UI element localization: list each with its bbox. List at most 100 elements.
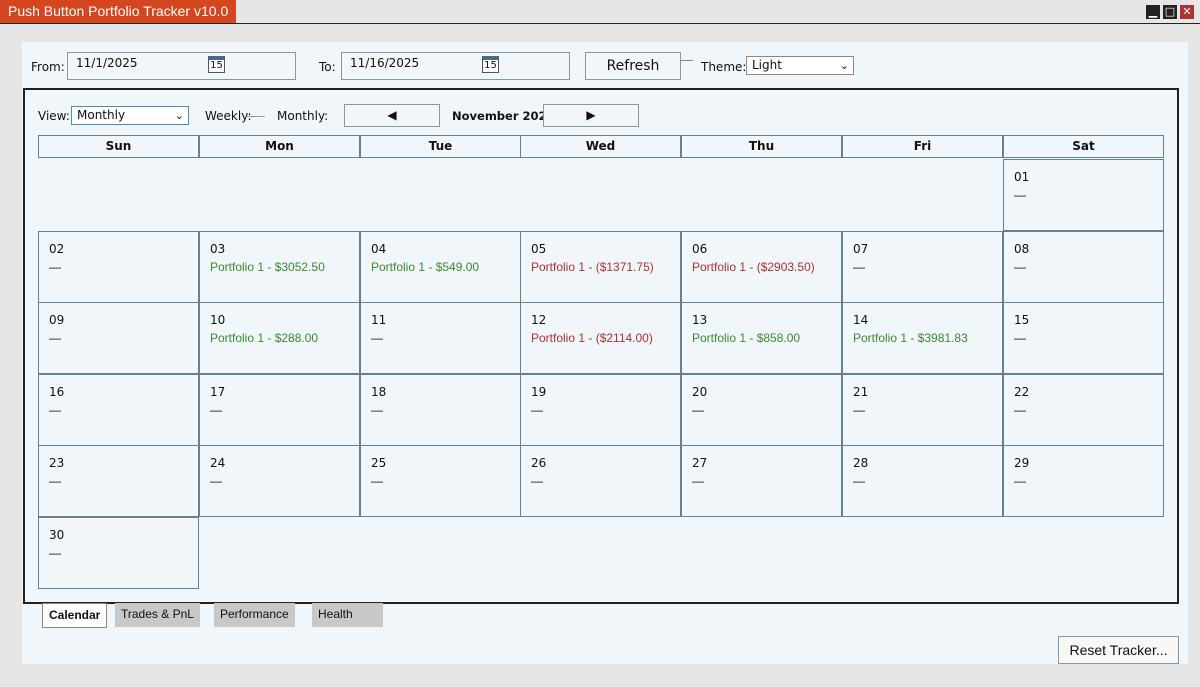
day-cell[interactable]: 13 Portfolio 1 - $858.00	[681, 302, 842, 375]
day-number: 30	[49, 528, 65, 542]
theme-value: Light	[752, 58, 782, 72]
day-pnl: Portfolio 1 - $3052.50	[210, 259, 325, 274]
day-pnl: —	[531, 474, 543, 489]
day-cell[interactable]: 21 —	[842, 373, 1003, 446]
reset-tracker-button[interactable]: Reset Tracker...	[1058, 636, 1179, 664]
divider	[681, 60, 693, 61]
day-number: 18	[371, 384, 387, 399]
chevron-down-icon: ⌄	[839, 59, 849, 72]
tab-performance[interactable]: Performance	[214, 603, 295, 627]
day-cell[interactable]: 01 —	[1003, 159, 1164, 231]
day-cell[interactable]: 17 —	[199, 373, 360, 446]
day-pnl: Portfolio 1 - ($1371.75)	[531, 259, 654, 274]
day-cell[interactable]: 22 —	[1003, 373, 1164, 446]
day-cell[interactable]: 15 —	[1003, 302, 1164, 375]
day-pnl: Portfolio 1 - $3981.83	[853, 331, 968, 346]
view-label: View:	[38, 109, 70, 123]
day-cell[interactable]: 12 Portfolio 1 - ($2114.00)	[520, 302, 681, 375]
from-date-value: 11/1/2025	[76, 56, 138, 70]
from-label: From:	[31, 60, 65, 74]
day-cell[interactable]: 25 —	[360, 445, 521, 518]
day-number: 16	[49, 384, 65, 399]
day-number: 29	[1014, 456, 1030, 471]
day-cell[interactable]: 27 —	[681, 445, 842, 518]
calendar-icon[interactable]: 15	[482, 56, 499, 73]
day-number: 14	[853, 313, 869, 328]
day-pnl: —	[210, 402, 222, 417]
day-cell[interactable]: 23 —	[38, 445, 199, 518]
day-pnl: Portfolio 1 - $288.00	[210, 331, 319, 346]
day-number: 21	[853, 384, 869, 399]
next-month-button[interactable]: ▶	[543, 104, 639, 127]
day-cell[interactable]: 04 Portfolio 1 - $549.00	[360, 230, 521, 303]
day-number: 19	[531, 384, 547, 399]
theme-select[interactable]: Light ⌄	[746, 56, 854, 75]
day-number: 22	[1014, 384, 1030, 399]
day-cell[interactable]: 10 Portfolio 1 - $288.00	[199, 302, 360, 375]
maximize-button[interactable]: □	[1163, 5, 1177, 19]
day-number: 09	[49, 313, 65, 328]
day-pnl: —	[1014, 331, 1026, 346]
window-title: Push Button Portfolio Tracker v10.0	[0, 0, 237, 23]
day-number: 06	[692, 241, 708, 256]
prev-month-button[interactable]: ◀	[344, 104, 440, 127]
day-pnl: —	[49, 331, 61, 346]
day-number: 03	[210, 241, 226, 256]
day-number: 04	[371, 241, 387, 256]
weekly-slider[interactable]	[246, 116, 265, 117]
view-select[interactable]: Monthly ⌄	[71, 106, 189, 125]
from-date-picker[interactable]: 11/1/2025 15	[67, 52, 296, 80]
day-number: 15	[1014, 313, 1030, 328]
day-number: 26	[531, 456, 547, 471]
theme-label: Theme:	[701, 60, 747, 74]
day-number: 17	[210, 384, 226, 399]
tab-calendar[interactable]: Calendar	[42, 603, 108, 628]
tab-trades-pnl[interactable]: Trades & PnL	[115, 603, 200, 627]
day-cell[interactable]: 26 —	[520, 445, 681, 518]
day-cell[interactable]: 06 Portfolio 1 - ($2903.50)	[681, 230, 842, 303]
weekday-header-thu: Thu	[681, 135, 842, 158]
day-cell[interactable]: 28 —	[842, 445, 1003, 518]
to-date-picker[interactable]: 11/16/2025 15	[341, 52, 570, 80]
day-cell[interactable]: 08 —	[1003, 230, 1164, 303]
weekday-header-fri: Fri	[842, 135, 1003, 158]
day-number: 27	[692, 456, 708, 471]
chevron-down-icon: ⌄	[174, 109, 184, 122]
day-number: 13	[692, 313, 708, 328]
day-cell[interactable]: 14 Portfolio 1 - $3981.83	[842, 302, 1003, 375]
day-cell[interactable]: 18 —	[360, 373, 521, 446]
day-number: 11	[371, 313, 387, 328]
day-cell[interactable]: 11 —	[360, 302, 521, 375]
day-cell[interactable]: 29 —	[1003, 445, 1164, 518]
title-bar: Push Button Portfolio Tracker v10.0 ▁ □ …	[0, 0, 1200, 24]
day-pnl: —	[1014, 188, 1026, 202]
day-pnl: —	[692, 402, 704, 417]
day-pnl: —	[531, 402, 543, 417]
day-cell[interactable]: 07 —	[842, 230, 1003, 303]
day-cell[interactable]: 09 —	[38, 302, 199, 375]
day-cell[interactable]: 19 —	[520, 373, 681, 446]
day-pnl: —	[49, 546, 61, 560]
day-pnl: —	[853, 259, 865, 274]
tab-health[interactable]: Health	[312, 603, 383, 627]
day-pnl: —	[49, 474, 61, 489]
day-cell[interactable]: 20 —	[681, 373, 842, 446]
close-button[interactable]: ✕	[1180, 5, 1194, 19]
day-cell[interactable]: 05 Portfolio 1 - ($1371.75)	[520, 230, 681, 303]
day-cell[interactable]: 16 —	[38, 373, 199, 446]
weekly-label: Weekly:	[205, 109, 252, 123]
monthly-label: Monthly:	[277, 109, 329, 123]
day-pnl: —	[1014, 402, 1026, 417]
day-number: 12	[531, 313, 547, 328]
refresh-button[interactable]: Refresh	[585, 52, 681, 80]
day-number: 28	[853, 456, 869, 471]
to-label: To:	[319, 60, 336, 74]
day-pnl: Portfolio 1 - ($2903.50)	[692, 259, 815, 274]
day-cell[interactable]: 24 —	[199, 445, 360, 518]
day-cell[interactable]: 30 —	[38, 517, 199, 589]
minimize-button[interactable]: ▁	[1146, 5, 1160, 19]
day-pnl: —	[210, 474, 222, 489]
day-cell[interactable]: 03 Portfolio 1 - $3052.50	[199, 230, 360, 303]
calendar-icon[interactable]: 15	[208, 56, 225, 73]
day-cell[interactable]: 02 —	[38, 230, 199, 303]
